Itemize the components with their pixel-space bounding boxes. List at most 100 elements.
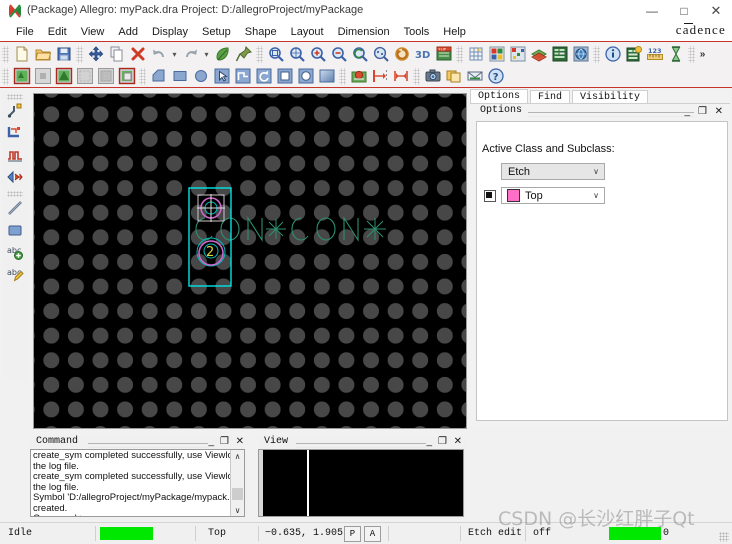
zoom-out-button[interactable] (328, 44, 349, 64)
menu-item-view[interactable]: View (74, 25, 112, 39)
subclass-dropdown[interactable]: Top ∨ (501, 187, 605, 204)
rotate-button[interactable] (253, 66, 274, 86)
command-log-area[interactable]: create_sym completed successfully, use V… (30, 449, 245, 517)
show-element-button[interactable] (602, 44, 623, 64)
maximize-button[interactable]: □ (668, 0, 700, 22)
view-minimize-button[interactable]: _ (426, 436, 432, 447)
chevron-down-icon[interactable]: ▾ (204, 48, 208, 60)
menu-item-display[interactable]: Display (145, 25, 195, 39)
menu-item-dimension[interactable]: Dimension (331, 25, 397, 39)
key-a-indicator[interactable]: A (364, 526, 381, 542)
gradient-shape-button[interactable] (316, 66, 337, 86)
toolbar-drag-handle[interactable] (2, 67, 9, 85)
vertical-toolbar-drag-handle[interactable] (7, 94, 23, 100)
toolbar-drag-handle[interactable] (2, 45, 9, 63)
shape-add-button[interactable] (11, 66, 32, 86)
toolbar-drag-handle[interactable] (688, 45, 695, 63)
vertical-toolbar-drag-handle[interactable] (7, 191, 23, 197)
subclass-visibility-toggle[interactable] (484, 190, 496, 202)
shape-edit-button[interactable] (53, 66, 74, 86)
property-button[interactable] (212, 44, 233, 64)
dimension-linear-button[interactable] (390, 66, 411, 86)
edit-text-button[interactable]: abc (4, 264, 26, 286)
menu-item-layout[interactable]: Layout (284, 25, 331, 39)
scroll-up-icon[interactable]: ∧ (231, 450, 244, 462)
snapshot-button[interactable] (422, 66, 443, 86)
square-outline-button[interactable] (274, 66, 295, 86)
slide-button[interactable] (4, 123, 26, 145)
chevron-down-icon[interactable]: ▾ (172, 48, 176, 60)
tab-find[interactable]: Find (530, 90, 571, 104)
delay-tune-button[interactable] (4, 145, 26, 167)
zoom-previous-button[interactable] (349, 44, 370, 64)
subclass-button[interactable] (507, 44, 528, 64)
options-close-button[interactable]: ✕ (715, 106, 723, 117)
close-button[interactable]: ✕ (700, 0, 732, 22)
pin-button[interactable] (233, 44, 254, 64)
toolbar-drag-handle[interactable] (139, 67, 146, 85)
flip-design-button[interactable]: FLIP (433, 44, 454, 64)
zoom-fit-button[interactable] (265, 44, 286, 64)
minimize-button[interactable]: — (636, 0, 668, 22)
design-canvas[interactable]: 2 (33, 93, 467, 429)
zoom-in-button[interactable] (307, 44, 328, 64)
delete-button[interactable] (127, 44, 148, 64)
dfa-button[interactable] (570, 44, 591, 64)
move-button[interactable] (85, 44, 106, 64)
custom-smooth-button[interactable] (4, 167, 26, 189)
color-visibility-button[interactable] (486, 44, 507, 64)
toolbar-drag-handle[interactable] (593, 45, 600, 63)
shape-compose-button[interactable] (116, 66, 137, 86)
toolbar-drag-handle[interactable] (456, 45, 463, 63)
command-minimize-button[interactable]: _ (208, 436, 214, 447)
circle-outline-button[interactable] (295, 66, 316, 86)
view-close-button[interactable]: ✕ (454, 436, 462, 447)
help-button[interactable]: ? (485, 66, 506, 86)
status-button[interactable] (665, 44, 686, 64)
reports-button[interactable] (623, 44, 644, 64)
copy-button[interactable] (106, 44, 127, 64)
add-connect-button[interactable] (4, 101, 26, 123)
measure-button[interactable]: 123 (644, 44, 665, 64)
new-button[interactable] (11, 44, 32, 64)
canvas-surface[interactable]: 2 (34, 94, 466, 428)
constraint-manager-button[interactable] (549, 44, 570, 64)
menu-item-help[interactable]: Help (436, 25, 473, 39)
dimension-left-button[interactable] (369, 66, 390, 86)
undo-history-dropdown[interactable]: ▾ (169, 44, 180, 64)
options-minimize-button[interactable]: _ (684, 106, 690, 117)
tab-options[interactable]: Options (470, 89, 529, 104)
redo-button[interactable] (180, 44, 201, 64)
view-restore-button[interactable]: ❐ (438, 436, 447, 447)
shape-grid2-button[interactable] (95, 66, 116, 86)
cascade-windows-button[interactable] (443, 66, 464, 86)
add-line-button[interactable] (4, 198, 26, 220)
view-preview-area[interactable] (258, 449, 464, 517)
save-button[interactable] (53, 44, 74, 64)
scrollbar-thumb[interactable] (232, 488, 243, 500)
add-rect-button[interactable] (4, 220, 26, 242)
toolbar-drag-handle[interactable] (76, 45, 83, 63)
zoom-world-button[interactable] (286, 44, 307, 64)
shape-path-button[interactable] (232, 66, 253, 86)
overflow-chevrons-icon[interactable]: » (700, 48, 706, 60)
toolbar-drag-handle[interactable] (256, 45, 263, 63)
resize-grip[interactable] (719, 532, 729, 542)
menu-item-setup[interactable]: Setup (195, 25, 238, 39)
redo-history-dropdown[interactable]: ▾ (201, 44, 212, 64)
open-button[interactable] (32, 44, 53, 64)
class-dropdown[interactable]: Etch ∨ (501, 163, 605, 180)
grid-toggle-button[interactable] (465, 44, 486, 64)
redraw-button[interactable] (391, 44, 412, 64)
scroll-down-icon[interactable]: ∨ (231, 504, 244, 516)
menu-item-shape[interactable]: Shape (238, 25, 284, 39)
tab-visibility[interactable]: Visibility (572, 90, 649, 104)
options-restore-button[interactable]: ❐ (698, 106, 707, 117)
toolbar-drag-handle[interactable] (339, 67, 346, 85)
undo-button[interactable] (148, 44, 169, 64)
menu-item-add[interactable]: Add (111, 25, 145, 39)
command-scrollbar[interactable]: ∧ ∨ (230, 450, 244, 516)
toolbar-overflow[interactable]: » (697, 44, 708, 64)
menu-item-file[interactable]: File (9, 25, 41, 39)
3d-canvas-button[interactable]: 3D (412, 44, 433, 64)
